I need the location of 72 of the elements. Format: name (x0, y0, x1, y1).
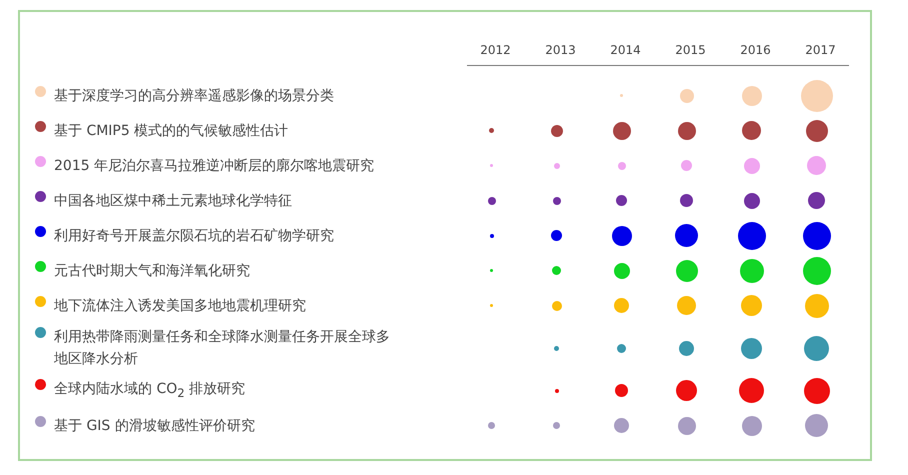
topic-label: 利用热带降雨测量任务和全球降水测量任务开展全球多地区降水分析 (54, 328, 390, 369)
bubble (805, 414, 828, 437)
bubble (744, 192, 760, 208)
bubble (490, 269, 493, 272)
topic-label: 基于 GIS 的滑坡敏感性评价研究 (54, 416, 255, 436)
bubble (616, 195, 627, 206)
bubble (554, 162, 560, 168)
year-label: 2017 (804, 42, 837, 56)
bubble (740, 258, 764, 282)
topic-label: 基于深度学习的高分辨率遥感影像的场景分类 (54, 86, 334, 106)
bubble (553, 422, 560, 429)
bubble (677, 296, 696, 315)
year-label: 2012 (479, 42, 512, 56)
bubble (612, 122, 630, 140)
bubble (676, 260, 698, 282)
year-label: 2016 (739, 42, 772, 56)
bubble (739, 378, 764, 403)
year-label: 2013 (544, 42, 577, 56)
bubble (618, 162, 626, 170)
bubble (676, 380, 697, 401)
bubble (612, 226, 632, 246)
bubble (554, 388, 558, 392)
bubble (741, 338, 762, 358)
bubble (490, 234, 494, 238)
bubble (804, 378, 830, 404)
bubble (488, 196, 496, 204)
bubble (738, 222, 766, 250)
bubble (488, 422, 495, 429)
bubble (742, 121, 761, 140)
bubble (615, 384, 628, 397)
bubble (804, 294, 828, 318)
bubble (550, 124, 562, 136)
bubble (802, 256, 830, 284)
bubble (681, 160, 692, 171)
bubble (551, 230, 562, 241)
year-label: 2014 (609, 42, 642, 56)
bubble (617, 344, 626, 352)
bubble (489, 128, 494, 133)
bubble (490, 164, 493, 167)
topic-label: 2015 年尼泊尔喜马拉雅逆冲断层的廓尔喀地震研究 (54, 156, 374, 176)
bubble (742, 86, 762, 106)
bubble (744, 158, 760, 174)
bubble (806, 120, 828, 142)
bubble (552, 266, 561, 275)
bubble (614, 418, 629, 433)
topic-label: 中国各地区煤中稀土元素地球化学特征 (54, 192, 292, 210)
topic-label: 地下流体注入诱发美国多地地震机理研究 (54, 296, 306, 316)
bubble (490, 304, 493, 307)
bubble (679, 340, 694, 356)
bubble (807, 156, 826, 175)
bubble (675, 224, 698, 247)
bubble (808, 192, 825, 209)
bubble (620, 94, 623, 97)
topic-label: 元古代时期大气和海洋氧化研究 (54, 262, 250, 280)
bubble (554, 346, 559, 350)
bubble (552, 196, 560, 204)
bubble (614, 298, 629, 313)
bubble (678, 122, 696, 140)
bubble (680, 194, 693, 207)
bubble (802, 222, 830, 250)
bubble (678, 416, 696, 434)
topic-label: 基于 CMIP5 模式的的气候敏感性估计 (54, 122, 288, 140)
bubble (804, 336, 829, 360)
bubble (552, 300, 562, 310)
bubble (680, 88, 694, 102)
bubble (741, 295, 762, 316)
bubble (614, 262, 630, 278)
year-label: 2015 (674, 42, 707, 56)
bubble (742, 416, 762, 436)
topic-label: 利用好奇号开展盖尔陨石坑的岩石矿物学研究 (54, 226, 334, 246)
bubble (800, 80, 832, 112)
topic-label: 全球内陆水域的 CO$_{2}$ 排放研究 (54, 380, 246, 402)
